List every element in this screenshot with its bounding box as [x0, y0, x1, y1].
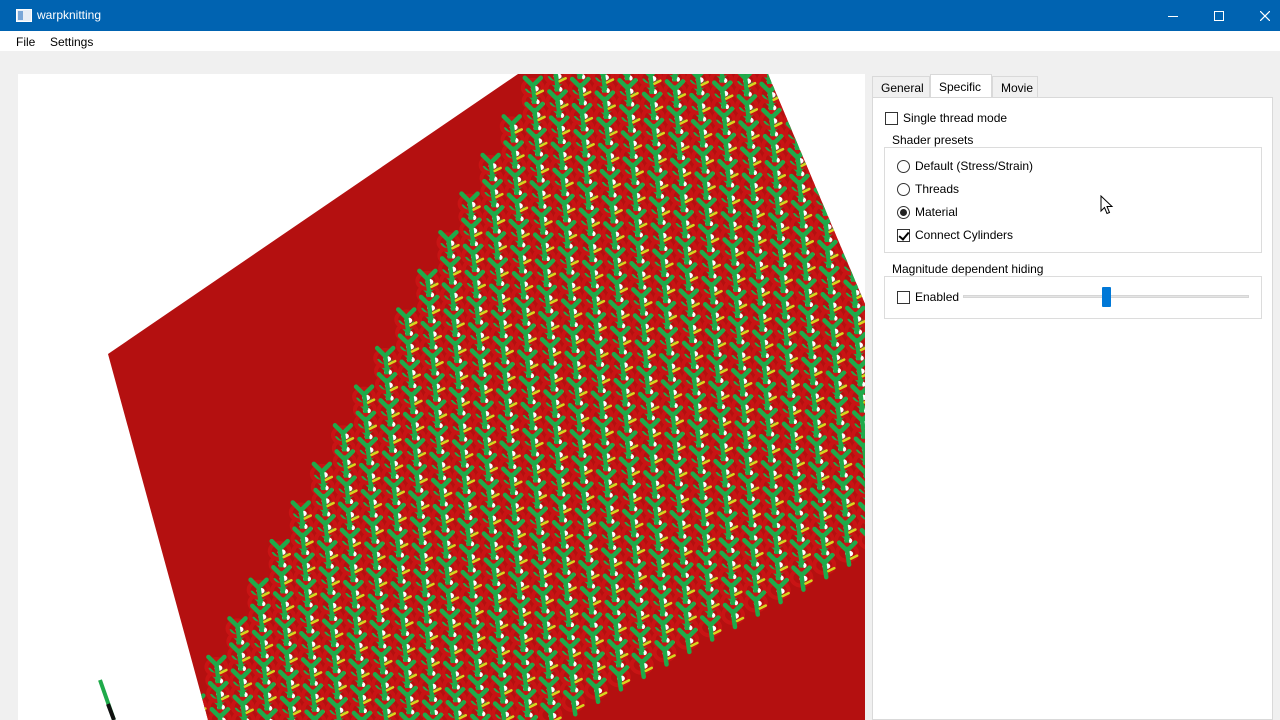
- magnitude-slider[interactable]: [963, 285, 1249, 309]
- preset-default-option[interactable]: Default (Stress/Strain): [897, 159, 1033, 173]
- fabric-stitch: [831, 122, 856, 150]
- single-thread-checkbox[interactable]: [885, 111, 898, 125]
- fabric-stitch: [829, 96, 854, 124]
- connect-cylinders-checkbox[interactable]: [897, 228, 910, 242]
- minimize-icon: [1168, 15, 1178, 17]
- maximize-button[interactable]: [1196, 0, 1242, 31]
- fabric-stitch: [809, 148, 834, 175]
- preset-material-option[interactable]: Material: [897, 205, 958, 219]
- preset-threads-radio[interactable]: [897, 182, 910, 196]
- fabric-stitch: [850, 74, 865, 85]
- magnitude-enabled-checkbox[interactable]: [897, 290, 910, 304]
- close-button[interactable]: [1242, 0, 1280, 31]
- axis-indicator-base: [106, 703, 116, 720]
- fabric-stitch: [852, 84, 865, 111]
- fabric-stitch: [808, 135, 833, 162]
- mouse-cursor-icon: [1100, 195, 1114, 215]
- tab-general[interactable]: General: [872, 76, 930, 98]
- render-viewport[interactable]: [18, 74, 865, 720]
- fabric-stitch: [832, 148, 857, 176]
- tab-specific[interactable]: Specific: [930, 74, 992, 98]
- fabric-stitch: [184, 706, 209, 720]
- fabric-stitch: [810, 161, 835, 188]
- menu-bar: File Settings: [0, 31, 1280, 52]
- menu-file[interactable]: File: [16, 35, 35, 49]
- fabric-stitch: [832, 135, 857, 163]
- fabric-stitch: [804, 82, 829, 110]
- connect-cylinders-option[interactable]: Connect Cylinders: [897, 228, 1013, 242]
- connect-cylinders-label: Connect Cylinders: [915, 228, 1014, 242]
- magnitude-hiding-title: Magnitude dependent hiding: [892, 262, 1044, 276]
- fabric-stitch: [468, 713, 493, 720]
- fabric-stitch: [781, 82, 806, 109]
- fabric-stitch: [806, 108, 831, 136]
- fabric-stitch: [855, 136, 865, 163]
- app-window-icon: [16, 9, 32, 22]
- knitted-fabric-render: [98, 74, 865, 720]
- preset-default-radio[interactable]: [897, 159, 910, 173]
- fabric-stitch: [837, 214, 862, 241]
- magnitude-enabled-label: Enabled: [915, 290, 960, 304]
- fabric-stitch: [828, 83, 853, 110]
- fabric-stitch: [349, 710, 374, 720]
- preset-material-label: Material: [915, 205, 958, 219]
- fabric-stitch: [838, 227, 863, 254]
- fabric-stitch: [779, 74, 804, 83]
- fabric-stitch: [834, 174, 859, 202]
- shader-presets-title: Shader presets: [892, 133, 974, 147]
- fabric-stitch: [805, 95, 830, 123]
- fabric-stitch: [860, 201, 865, 229]
- fabric-stitch: [861, 227, 865, 255]
- fabric-stitch: [782, 95, 807, 122]
- magnitude-enabled-option[interactable]: Enabled: [897, 290, 959, 304]
- fabric-stitch: [833, 161, 858, 189]
- preset-material-radio[interactable]: [897, 205, 910, 219]
- fabric-stitch: [857, 162, 865, 189]
- maximize-icon: [1214, 10, 1224, 21]
- preset-threads-label: Threads: [915, 182, 960, 196]
- fabric-stitch: [807, 122, 832, 149]
- fabric-stitch: [827, 74, 852, 97]
- fabric-stitch: [851, 74, 865, 98]
- specific-settings-panel: Single thread mode Shader presets Defaul…: [872, 97, 1273, 720]
- preset-default-label: Default (Stress/Strain): [915, 159, 1034, 173]
- fabric-stitch: [854, 110, 865, 137]
- fabric-stitch: [836, 201, 861, 228]
- fabric-stitch: [859, 188, 865, 216]
- single-thread-label: Single thread mode: [903, 111, 1008, 125]
- fabric-stitch: [856, 149, 865, 176]
- preset-threads-option[interactable]: Threads: [897, 182, 959, 196]
- fabric-stitch: [858, 175, 865, 203]
- fabric-stitch: [835, 188, 860, 215]
- window-title: warpknitting: [37, 8, 102, 22]
- fabric-stitch: [804, 74, 829, 97]
- fabric-stitch: [854, 123, 865, 150]
- fabric-stitch: [826, 74, 851, 84]
- fabric-stitch: [183, 693, 208, 720]
- magnitude-slider-handle[interactable]: [1102, 287, 1111, 307]
- fabric-stitch: [853, 97, 865, 124]
- fabric-stitch: [780, 74, 805, 96]
- title-bar: warpknitting: [0, 0, 1280, 31]
- fabric-stitch: [830, 109, 855, 137]
- tab-movie[interactable]: Movie: [992, 76, 1038, 98]
- fabric-stitch: [803, 74, 828, 84]
- single-thread-mode-option[interactable]: Single thread mode: [885, 111, 1007, 125]
- fabric-stitch: [860, 214, 865, 242]
- menu-settings[interactable]: Settings: [50, 35, 93, 49]
- minimize-button[interactable]: [1150, 0, 1196, 31]
- close-icon: [1260, 10, 1270, 21]
- fabric-stitch: [397, 711, 422, 720]
